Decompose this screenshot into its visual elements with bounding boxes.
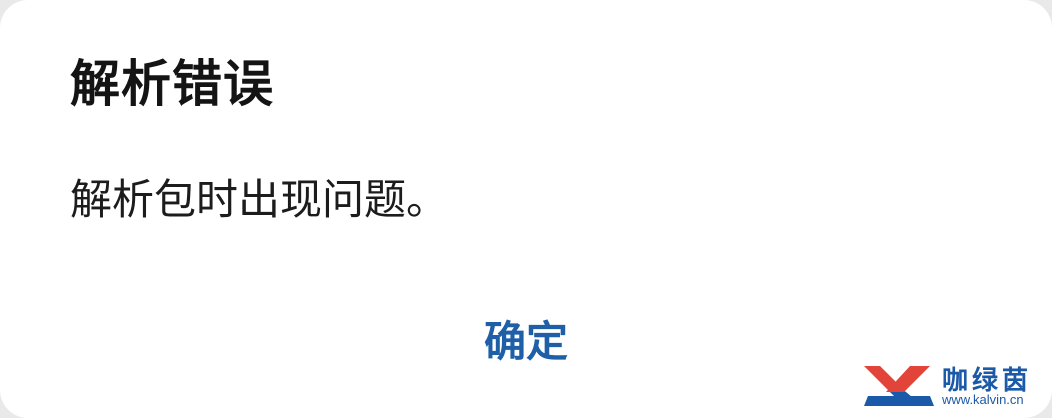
parse-error-dialog: 解析错误 解析包时出现问题。 确定 咖绿茵 www.kalvin.cn <box>0 0 1052 418</box>
watermark-url: www.kalvin.cn <box>942 392 1024 407</box>
dialog-message: 解析包时出现问题。 <box>70 175 449 224</box>
ok-button[interactable]: 确定 <box>440 300 612 376</box>
kalvin-logo-icon <box>864 366 934 406</box>
dialog-title: 解析错误 <box>70 55 274 113</box>
watermark: 咖绿茵 www.kalvin.cn <box>860 362 1038 408</box>
